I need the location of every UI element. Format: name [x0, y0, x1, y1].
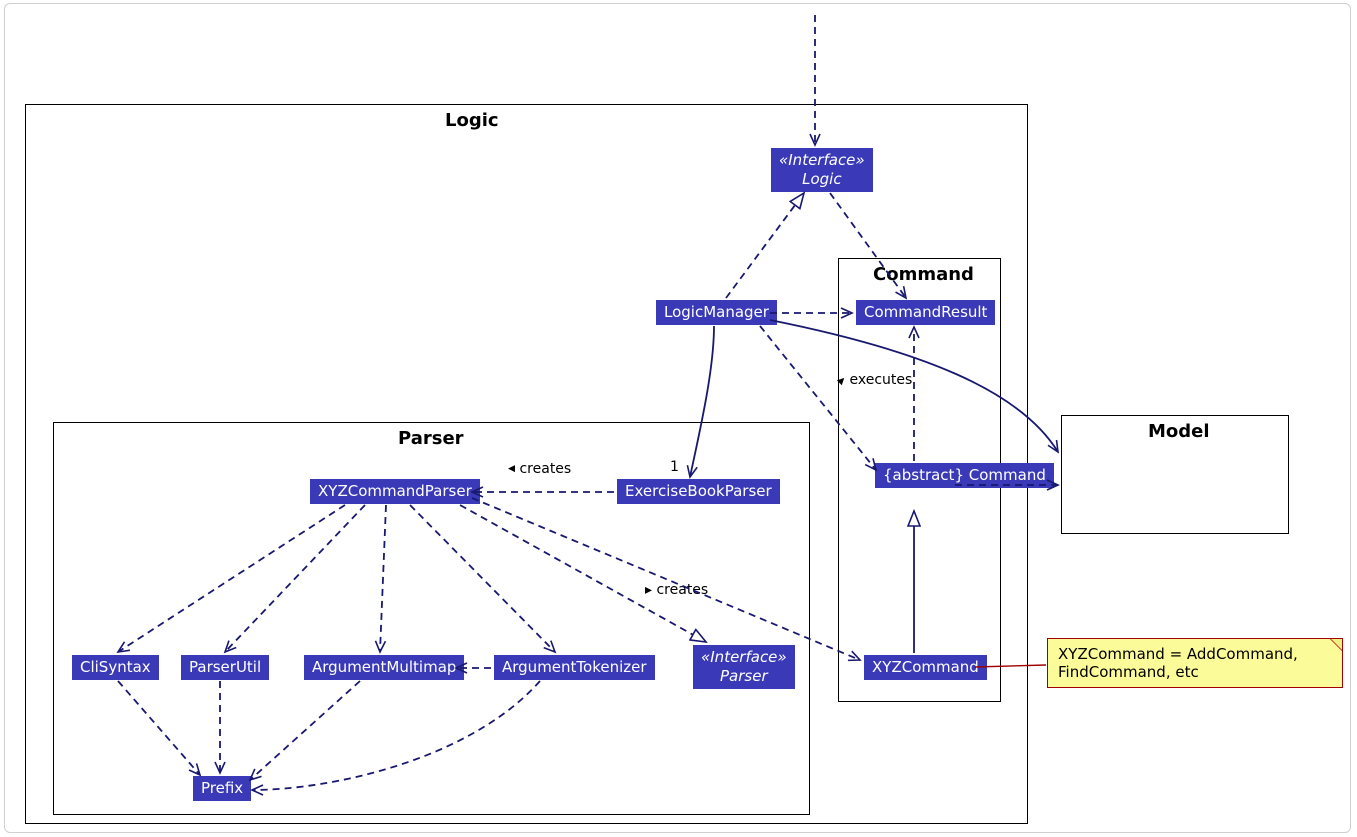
package-command-title: Command	[873, 264, 974, 285]
package-logic-title: Logic	[445, 110, 499, 131]
class-name: Prefix	[201, 779, 243, 797]
note-text: XYZCommand = AddCommand, FindCommand, et…	[1058, 645, 1298, 681]
package-model-title: Model	[1148, 421, 1210, 442]
class-exercise-book-parser: ExerciseBookParser	[617, 479, 780, 504]
class-name: XYZCommand	[872, 658, 979, 676]
class-xyz-command-parser: XYZCommandParser	[310, 479, 480, 504]
uml-note: XYZCommand = AddCommand, FindCommand, et…	[1047, 638, 1343, 688]
class-name: ArgumentMultimap	[312, 658, 456, 676]
class-name: ArgumentTokenizer	[502, 658, 647, 676]
class-name: ParserUtil	[189, 658, 261, 676]
class-name: CliSyntax	[80, 658, 151, 676]
stereotype-text: «Interface»	[701, 648, 787, 667]
label-creates-2: ▸ creates	[645, 582, 708, 598]
class-argument-multimap: ArgumentMultimap	[304, 655, 464, 680]
stereotype-text: «Interface»	[779, 151, 865, 170]
class-name: CommandResult	[864, 303, 987, 321]
stereotype-text: {abstract}	[883, 466, 964, 484]
class-logic-interface: «Interface» Logic	[771, 148, 873, 192]
uml-class-diagram: Logic Parser Command Model «Interface» L…	[0, 0, 1357, 837]
label-executes: ▸ executes	[838, 372, 912, 388]
class-xyz-command: XYZCommand	[864, 655, 987, 680]
class-name: Logic	[779, 170, 865, 189]
class-cli-syntax: CliSyntax	[72, 655, 159, 680]
class-argument-tokenizer: ArgumentTokenizer	[494, 655, 655, 680]
class-parser-interface: «Interface» Parser	[693, 645, 795, 689]
label-creates-1: ▸ creates	[508, 461, 571, 477]
class-name: ExerciseBookParser	[625, 482, 772, 500]
class-name: LogicManager	[664, 303, 769, 321]
package-parser-title: Parser	[398, 428, 464, 449]
class-prefix: Prefix	[193, 776, 251, 801]
class-abstract-command: {abstract} Command	[875, 463, 1054, 488]
class-name: Command	[969, 466, 1046, 484]
class-parser-util: ParserUtil	[181, 655, 269, 680]
class-name: XYZCommandParser	[318, 482, 472, 500]
class-name: Parser	[701, 667, 787, 686]
class-logic-manager: LogicManager	[656, 300, 777, 325]
multiplicity-one: 1	[670, 459, 679, 475]
class-command-result: CommandResult	[856, 300, 995, 325]
